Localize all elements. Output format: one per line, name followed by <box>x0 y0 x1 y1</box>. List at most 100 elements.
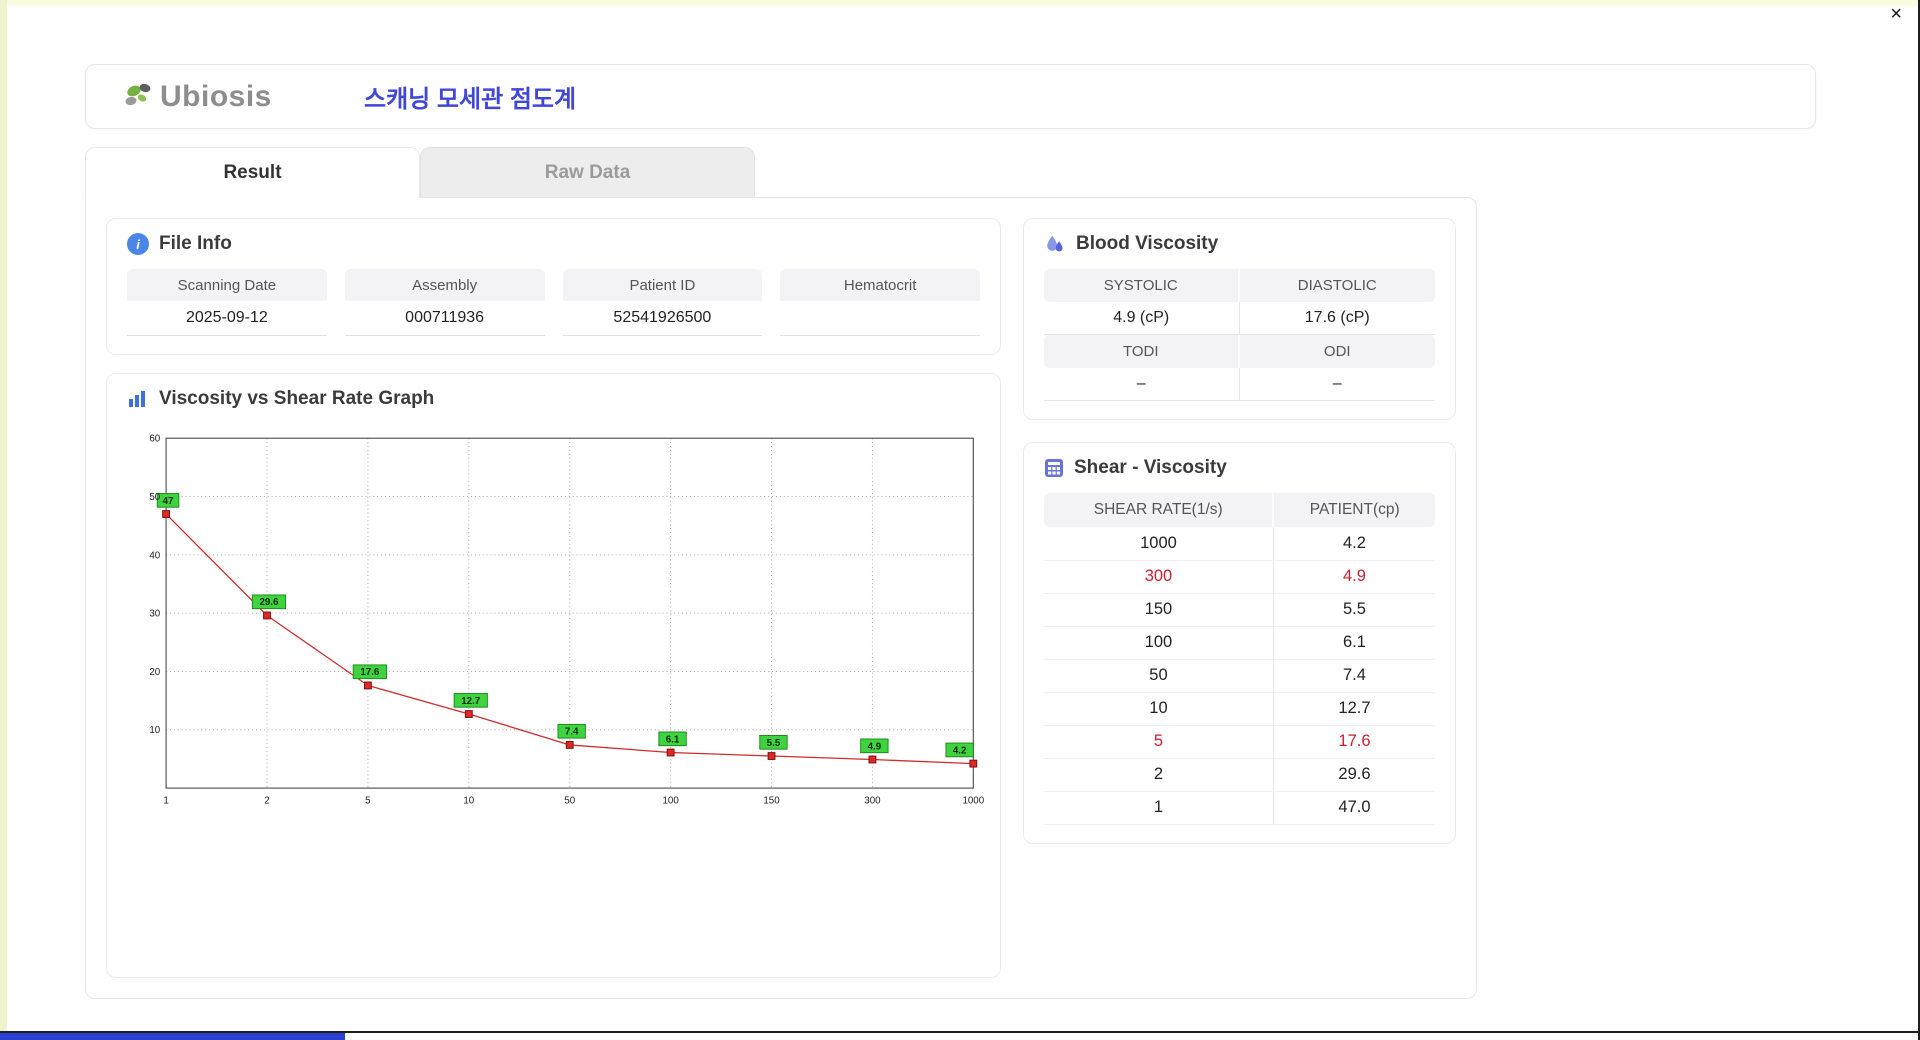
table-icon <box>1044 458 1064 478</box>
graph-card: Viscosity vs Shear Rate Graph 47 29.6 17.6… <box>106 373 1001 978</box>
field-label: Scanning Date <box>127 269 327 301</box>
svg-text:5: 5 <box>365 796 371 807</box>
svg-text:4.9: 4.9 <box>868 741 882 752</box>
tab-bar: Result Raw Data <box>85 147 1918 198</box>
window-border-left <box>0 0 7 1040</box>
shear-viscosity-rows: 1000 4.2 300 4.9 150 5.5 100 6.1 50 7.4 … <box>1044 527 1435 825</box>
droplet-icon <box>1044 233 1066 255</box>
sv-cell-patient: 4.9 <box>1273 560 1435 594</box>
sv-cell-patient: 4.2 <box>1273 527 1435 561</box>
svg-text:150: 150 <box>763 796 780 807</box>
svg-text:7.4: 7.4 <box>565 727 579 738</box>
field-label: Patient ID <box>562 269 763 301</box>
right-column: Blood Viscosity SYSTOLIC DIASTOLIC 4.9 (… <box>1023 218 1456 978</box>
bv-value-odi: – <box>1239 368 1435 401</box>
svg-text:29.6: 29.6 <box>259 597 279 608</box>
file-info-card: i File Info Scanning Date 2025-09-12 Ass… <box>106 218 1001 355</box>
logo-leaf-icon <box>125 83 151 105</box>
table-row: 1000 4.2 <box>1044 527 1435 561</box>
table-row: 1 47.0 <box>1044 791 1435 825</box>
file-info-title-row: i File Info <box>127 233 980 255</box>
svg-text:12.7: 12.7 <box>461 696 480 707</box>
background-window-edge <box>0 1033 345 1040</box>
svg-text:300: 300 <box>864 796 881 807</box>
app-title: 스캐닝 모세관 점도계 <box>364 86 577 113</box>
viscosity-chart: 47 29.6 17.6 12.7 7.4 6.1 5.5 4.9 4.2 10 20 30 40 50 6… <box>149 434 984 807</box>
table-row: 150 5.5 <box>1044 593 1435 627</box>
bv-header-odi: ODI <box>1239 335 1435 368</box>
logo-text: Ubiosis <box>160 79 272 113</box>
shear-viscosity-title: Shear - Viscosity <box>1074 457 1227 478</box>
bv-value-todi: – <box>1044 368 1240 401</box>
svg-text:100: 100 <box>662 796 679 807</box>
svg-text:17.6: 17.6 <box>360 667 380 678</box>
table-row: 100 6.1 <box>1044 626 1435 660</box>
info-icon: i <box>127 233 149 255</box>
bar-chart-icon <box>127 389 149 409</box>
bv-header-systolic: SYSTOLIC <box>1044 269 1240 302</box>
ubiosis-logo: Ubiosis <box>120 79 316 115</box>
sv-cell-patient: 6.1 <box>1273 626 1435 660</box>
svg-text:50: 50 <box>149 492 160 503</box>
svg-text:40: 40 <box>149 550 160 561</box>
svg-text:10: 10 <box>149 725 160 736</box>
svg-text:60: 60 <box>149 434 160 445</box>
tab-result[interactable]: Result <box>85 147 420 198</box>
file-info-field: Assembly 000711936 <box>344 269 545 336</box>
sv-cell-shear: 2 <box>1044 758 1274 792</box>
sv-cell-patient: 12.7 <box>1273 692 1435 726</box>
table-row: 5 17.6 <box>1044 725 1435 759</box>
file-info-field: Patient ID 52541926500 <box>562 269 763 336</box>
sv-cell-shear: 1000 <box>1044 527 1274 561</box>
svg-text:1000: 1000 <box>962 796 984 807</box>
sv-cell-shear: 10 <box>1044 692 1274 726</box>
sv-cell-shear: 100 <box>1044 626 1274 660</box>
svg-text:30: 30 <box>149 609 160 620</box>
sv-cell-patient: 7.4 <box>1273 659 1435 693</box>
svg-text:20: 20 <box>149 667 160 678</box>
table-row: 2 29.6 <box>1044 758 1435 792</box>
table-row: 300 4.9 <box>1044 560 1435 594</box>
close-button[interactable]: × <box>1884 2 1908 26</box>
file-info-title: File Info <box>159 233 232 254</box>
sv-cell-patient: 5.5 <box>1273 593 1435 627</box>
file-info-field: Hematocrit <box>780 269 980 336</box>
sv-cell-shear: 150 <box>1044 593 1274 627</box>
sv-cell-shear: 1 <box>1044 791 1274 825</box>
svg-text:1: 1 <box>163 796 168 807</box>
tab-result-label: Result <box>223 161 282 183</box>
table-row: 50 7.4 <box>1044 659 1435 693</box>
field-value <box>780 301 980 336</box>
tab-raw-data[interactable]: Raw Data <box>420 147 755 197</box>
sv-cell-shear: 300 <box>1044 560 1274 594</box>
svg-text:10: 10 <box>463 796 474 807</box>
graph-title-row: Viscosity vs Shear Rate Graph <box>127 388 980 410</box>
field-value: 000711936 <box>344 301 545 336</box>
bv-header-todi: TODI <box>1044 335 1240 368</box>
sv-header-shear-rate: SHEAR RATE(1/s) <box>1044 493 1275 527</box>
sv-cell-patient: 29.6 <box>1273 758 1435 792</box>
blood-viscosity-title: Blood Viscosity <box>1076 233 1219 254</box>
sv-cell-patient: 17.6 <box>1273 725 1435 759</box>
shear-viscosity-title-row: Shear - Viscosity <box>1044 457 1435 479</box>
app-window: × Ubiosis 스캐닝 모세관 점도계 Result Raw Data i <box>0 0 1920 1040</box>
svg-text:47: 47 <box>163 496 174 507</box>
sv-cell-shear: 5 <box>1044 725 1274 759</box>
file-info-field: Scanning Date 2025-09-12 <box>127 269 327 336</box>
field-label: Hematocrit <box>780 269 980 301</box>
svg-text:4.2: 4.2 <box>953 745 967 756</box>
shear-viscosity-card: Shear - Viscosity SHEAR RATE(1/s) PATIEN… <box>1023 442 1456 844</box>
field-value: 52541926500 <box>562 301 763 336</box>
sv-cell-patient: 47.0 <box>1273 791 1435 825</box>
graph-title: Viscosity vs Shear Rate Graph <box>159 388 435 409</box>
sv-cell-shear: 50 <box>1044 659 1274 693</box>
left-column: i File Info Scanning Date 2025-09-12 Ass… <box>106 218 1001 978</box>
field-value: 2025-09-12 <box>127 301 327 336</box>
bv-value-systolic: 4.9 (cP) <box>1044 302 1240 335</box>
svg-text:6.1: 6.1 <box>666 734 680 745</box>
table-row: 10 12.7 <box>1044 692 1435 726</box>
svg-text:5.5: 5.5 <box>767 738 781 749</box>
blood-viscosity-card: Blood Viscosity SYSTOLIC DIASTOLIC 4.9 (… <box>1023 218 1456 420</box>
window-border-top <box>0 0 1918 6</box>
result-panel: i File Info Scanning Date 2025-09-12 Ass… <box>85 197 1477 999</box>
